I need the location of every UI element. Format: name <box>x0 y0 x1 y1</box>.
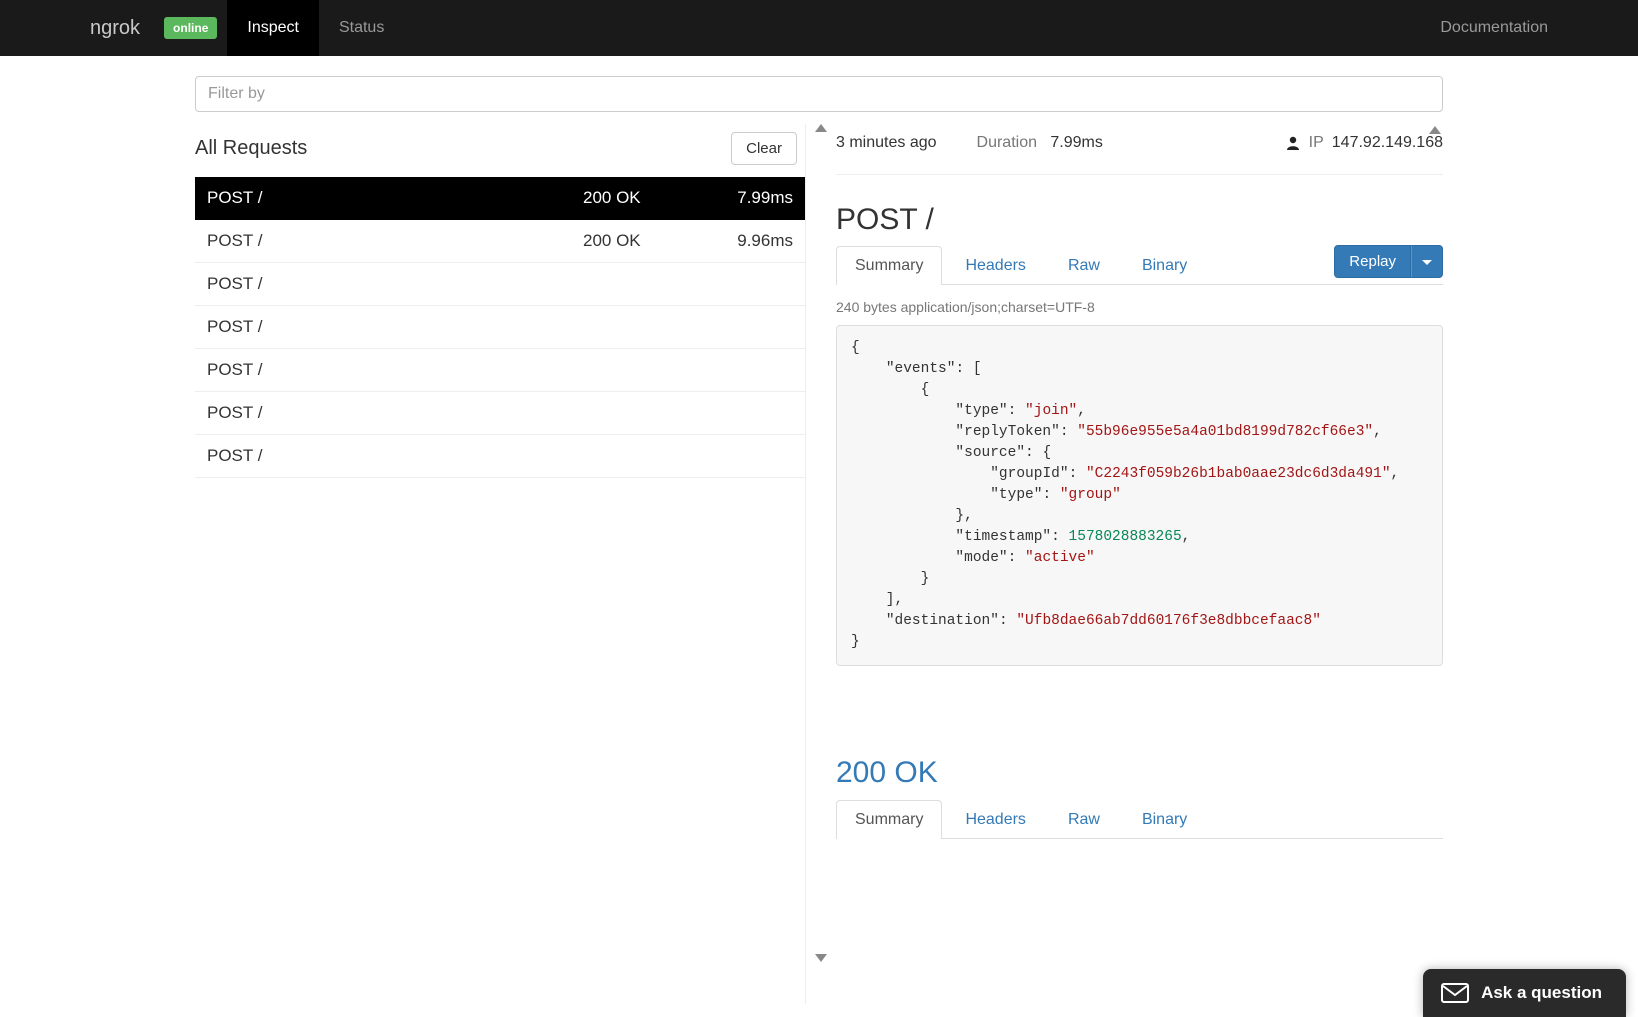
duration-block: Duration 7.99ms <box>977 134 1103 152</box>
request-row[interactable]: POST /200 OK7.99ms <box>195 177 805 220</box>
user-icon <box>1285 135 1301 151</box>
tab-raw[interactable]: Raw <box>1049 246 1119 285</box>
tab-binary[interactable]: Binary <box>1123 246 1206 285</box>
request-status: 200 OK <box>583 231 703 251</box>
requests-title: All Requests <box>195 137 307 160</box>
request-list: POST /200 OK7.99msPOST /200 OK9.96msPOST… <box>195 177 805 478</box>
request-method: POST / <box>207 231 583 251</box>
request-time: 7.99ms <box>703 188 793 208</box>
request-method: POST / <box>207 317 583 337</box>
replay-dropdown-button[interactable] <box>1411 245 1443 278</box>
filter-input[interactable] <box>195 76 1443 112</box>
chevron-down-icon <box>1422 260 1432 265</box>
mail-icon <box>1441 983 1469 1003</box>
request-row[interactable]: POST / <box>195 392 805 435</box>
ask-question-widget[interactable]: Ask a question <box>1423 969 1626 1017</box>
response-status: 200 OK <box>836 756 1443 790</box>
navbar: ngrok online Inspect Status Documentatio… <box>0 0 1638 56</box>
body-meta: 240 bytes application/json;charset=UTF-8 <box>836 299 1443 315</box>
requests-header: All Requests Clear <box>195 124 805 177</box>
ask-question-label: Ask a question <box>1481 983 1602 1003</box>
replay-button[interactable]: Replay <box>1334 245 1411 278</box>
request-method: POST / <box>207 188 583 208</box>
status-badge: online <box>164 17 217 39</box>
request-age: 3 minutes ago <box>836 134 937 152</box>
nav-tab-inspect[interactable]: Inspect <box>227 0 319 56</box>
response-tab-headers[interactable]: Headers <box>946 800 1044 839</box>
left-column: All Requests Clear POST /200 OK7.99msPOS… <box>195 124 805 1004</box>
documentation-link[interactable]: Documentation <box>1440 19 1548 37</box>
tab-headers[interactable]: Headers <box>946 246 1044 285</box>
detail-title: POST / <box>836 203 1443 237</box>
request-row[interactable]: POST /200 OK9.96ms <box>195 220 805 263</box>
nav-tab-status[interactable]: Status <box>319 0 404 56</box>
replay-group: Replay <box>1334 245 1443 278</box>
tab-summary[interactable]: Summary <box>836 246 942 285</box>
request-row[interactable]: POST / <box>195 349 805 392</box>
ip-block: IP 147.92.149.168 <box>1285 134 1443 152</box>
response-tab-raw[interactable]: Raw <box>1049 800 1119 839</box>
detail-scroll-up-icon[interactable] <box>1429 126 1441 134</box>
clear-button[interactable]: Clear <box>731 132 797 165</box>
response-tab-binary[interactable]: Binary <box>1123 800 1206 839</box>
request-row[interactable]: POST / <box>195 263 805 306</box>
request-row[interactable]: POST / <box>195 306 805 349</box>
request-method: POST / <box>207 360 583 380</box>
request-tab-row: Summary Headers Raw Binary Replay <box>836 245 1443 285</box>
request-method: POST / <box>207 274 583 294</box>
request-status: 200 OK <box>583 188 703 208</box>
duration-value: 7.99ms <box>1050 134 1102 151</box>
ip-label: IP <box>1309 134 1324 152</box>
right-column: 3 minutes ago Duration 7.99ms IP 147.92.… <box>805 124 1443 1004</box>
response-tab-row: Summary Headers Raw Binary <box>836 800 1443 839</box>
ip-value: 147.92.149.168 <box>1332 134 1443 152</box>
meta-row: 3 minutes ago Duration 7.99ms IP 147.92.… <box>836 124 1443 175</box>
nav-right: Documentation <box>1440 0 1638 56</box>
columns: All Requests Clear POST /200 OK7.99msPOS… <box>195 124 1443 1004</box>
brand-link[interactable]: ngrok <box>0 0 158 56</box>
main-container: All Requests Clear POST /200 OK7.99msPOS… <box>195 56 1443 1004</box>
response-tab-summary[interactable]: Summary <box>836 800 942 839</box>
duration-label: Duration <box>977 134 1037 151</box>
request-method: POST / <box>207 403 583 423</box>
brand-text: ngrok <box>90 17 140 40</box>
request-time: 9.96ms <box>703 231 793 251</box>
request-body: { "events": [ { "type": "join", "replyTo… <box>836 325 1443 666</box>
request-row[interactable]: POST / <box>195 435 805 478</box>
request-method: POST / <box>207 446 583 466</box>
